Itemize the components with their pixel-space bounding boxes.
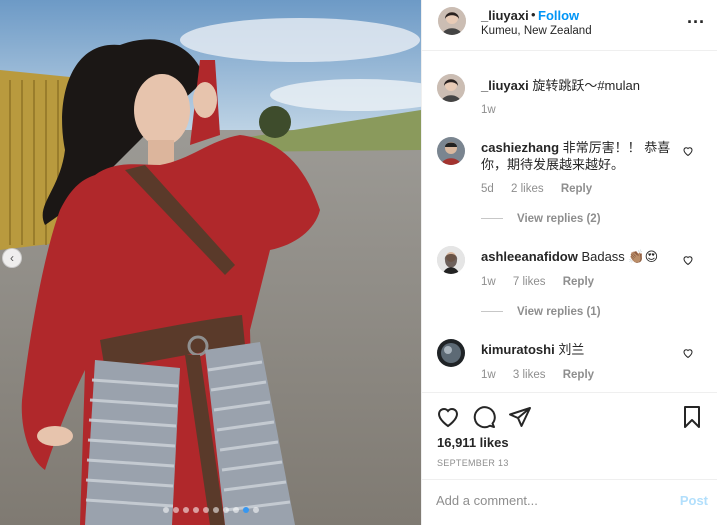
divider: [481, 311, 503, 313]
likes-count[interactable]: 16,911 likes: [437, 435, 509, 450]
carousel-dot: [172, 507, 179, 513]
comment-username[interactable]: kimuratoshi: [481, 342, 555, 357]
comment-time[interactable]: 5d: [481, 183, 494, 195]
heart-icon[interactable]: [436, 405, 460, 429]
heart-icon[interactable]: [682, 347, 694, 359]
comment-likes[interactable]: 2 likes: [511, 183, 544, 195]
caption-time[interactable]: 1w: [481, 104, 496, 116]
comment-username[interactable]: cashiezhang: [481, 140, 559, 155]
carousel-dot: [162, 507, 169, 513]
reply-button[interactable]: Reply: [563, 276, 594, 288]
comment-text: cashiezhang 非常厉害！！ 恭喜你，期待发展越来越好。: [481, 139, 686, 173]
carousel-dot: [252, 507, 259, 513]
comment-body: 刘兰: [558, 342, 585, 357]
separator-dot: •: [531, 7, 536, 22]
post-button[interactable]: Post: [680, 493, 708, 508]
save-icon[interactable]: [680, 405, 704, 429]
reply-button[interactable]: Reply: [561, 183, 592, 195]
avatar[interactable]: [437, 339, 465, 367]
post-side-panel: _liuyaxi • Follow Kumeu, New Zealand ···…: [421, 0, 717, 525]
comment-icon[interactable]: [472, 405, 496, 429]
carousel-dot: [242, 507, 249, 513]
comment-likes[interactable]: 7 likes: [513, 276, 546, 288]
post-photo[interactable]: ‹: [0, 0, 421, 525]
avatar[interactable]: [437, 74, 465, 102]
heart-icon[interactable]: [682, 145, 694, 157]
carousel-dots: [0, 507, 421, 513]
carousel-dot: [182, 507, 189, 513]
heart-icon[interactable]: [682, 254, 694, 266]
more-icon[interactable]: ···: [687, 12, 705, 33]
caption-body: 旋转跳跃～#mulan: [532, 78, 640, 93]
view-replies-label: View replies (2): [517, 213, 601, 225]
divider: [481, 218, 503, 220]
carousel-dot: [222, 507, 229, 513]
avatar[interactable]: [437, 137, 465, 165]
comment-time[interactable]: 1w: [481, 369, 496, 381]
follow-button[interactable]: Follow: [538, 8, 579, 23]
comment-input[interactable]: [436, 493, 656, 508]
view-replies-button[interactable]: View replies (2): [481, 213, 601, 225]
comment-username[interactable]: ashleeanafidow: [481, 249, 578, 264]
caption-text: _liuyaxi 旋转跳跃～#mulan: [481, 77, 686, 94]
reply-button[interactable]: Reply: [563, 369, 594, 381]
chevron-left-icon: ‹: [10, 251, 14, 265]
post-header: _liuyaxi • Follow Kumeu, New Zealand ···: [422, 0, 717, 51]
comment-body: Badass 👏🏽😍: [581, 249, 659, 264]
caption-username[interactable]: _liuyaxi: [481, 78, 529, 93]
comments-list[interactable]: _liuyaxi 旋转跳跃～#mulan 1w cashiezhang 非常厉害…: [422, 51, 717, 392]
carousel-dot: [212, 507, 219, 513]
carousel-dot: [192, 507, 199, 513]
post-actions: 16,911 likes SEPTEMBER 13 Post: [422, 392, 717, 522]
share-icon[interactable]: [508, 405, 532, 429]
photo-image: [0, 0, 421, 525]
comment-meta: 1w 3 likes Reply: [481, 369, 608, 381]
caption-meta: 1w: [481, 104, 510, 116]
comment-meta: 5d 2 likes Reply: [481, 183, 606, 195]
comment-text: ashleeanafidow Badass 👏🏽😍: [481, 248, 686, 265]
carousel-dot: [202, 507, 209, 513]
view-replies-button[interactable]: View replies (1): [481, 306, 601, 318]
comment-text: kimuratoshi 刘兰: [481, 341, 686, 358]
avatar[interactable]: [437, 246, 465, 274]
comment-likes[interactable]: 3 likes: [513, 369, 546, 381]
comment-meta: 1w 7 likes Reply: [481, 276, 608, 288]
carousel-dot: [232, 507, 239, 513]
add-comment-bar: Post: [422, 479, 717, 523]
location-link[interactable]: Kumeu, New Zealand: [481, 25, 592, 37]
avatar[interactable]: [438, 7, 466, 35]
comment-time[interactable]: 1w: [481, 276, 496, 288]
header-username[interactable]: _liuyaxi: [481, 8, 529, 23]
post-date[interactable]: SEPTEMBER 13: [437, 458, 509, 468]
prev-photo-button[interactable]: ‹: [2, 248, 22, 268]
view-replies-label: View replies (1): [517, 306, 601, 318]
